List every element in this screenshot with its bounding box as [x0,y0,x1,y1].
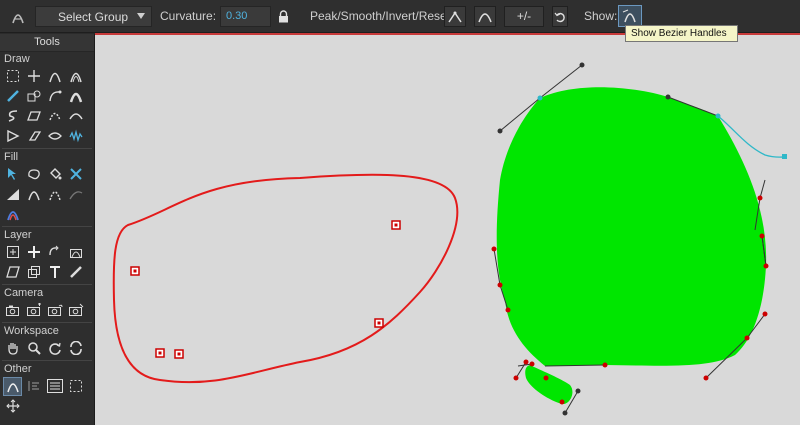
red-outline-shape[interactable] [112,173,459,384]
anchor-point[interactable] [537,95,543,101]
anchor-point[interactable] [757,195,763,201]
green-small-shape[interactable] [525,365,573,405]
anchor-point[interactable] [497,282,503,288]
anchor-point[interactable] [602,362,608,368]
outline-point[interactable] [374,318,384,328]
handle-point[interactable] [575,388,581,394]
handle-point[interactable] [497,128,503,134]
anchor-point[interactable] [715,113,721,119]
anchor-point[interactable] [759,233,765,239]
anchor-point[interactable] [543,375,549,381]
anchor-point[interactable] [762,311,768,317]
red-outline-points [130,220,401,359]
outline-point[interactable] [130,266,140,276]
handle-point[interactable] [665,94,671,100]
outline-point[interactable] [391,220,401,230]
anchor-point[interactable] [559,399,565,405]
anchor-point[interactable] [513,375,519,381]
outline-point[interactable] [155,348,165,358]
anchor-point[interactable] [744,335,750,341]
outline-point[interactable] [174,349,184,359]
anchor-point[interactable] [505,307,511,313]
handle-point[interactable] [562,410,568,416]
anchor-point[interactable] [529,361,535,367]
canvas-drawing [112,62,787,416]
anchor-point[interactable] [703,375,709,381]
anchor-point[interactable] [523,359,529,365]
green-filled-shape[interactable] [496,87,767,366]
anchor-point[interactable] [763,263,769,269]
anchor-point[interactable] [491,246,497,252]
handle-point[interactable] [579,62,585,68]
handle-point[interactable] [782,154,787,159]
tooltip: Show Bezier Handles [625,25,738,42]
